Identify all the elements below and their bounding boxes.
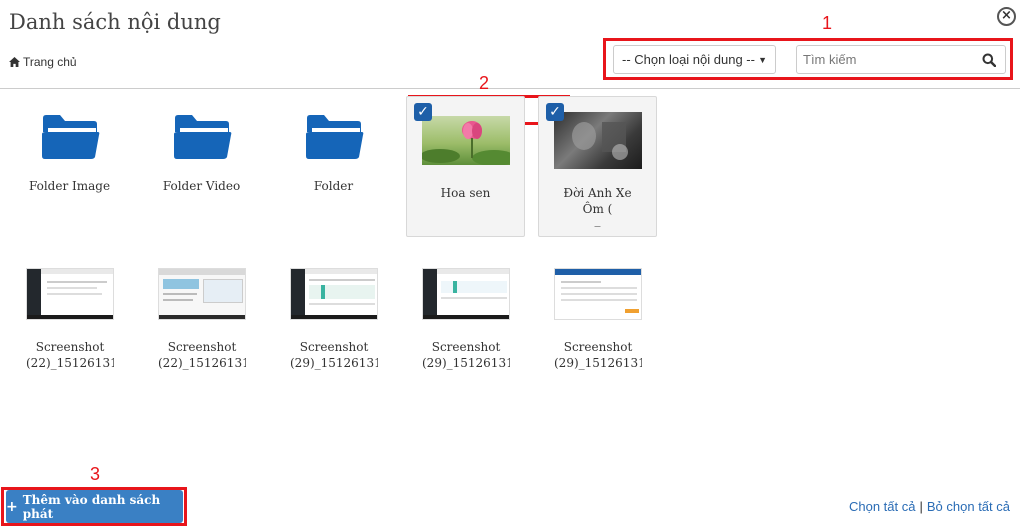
search-input[interactable] <box>797 52 972 67</box>
checkbox-checked[interactable]: ✓ <box>414 103 432 121</box>
screenshot-label: Screenshot (29)_151261311 <box>422 339 510 371</box>
screenshot-label: Screenshot (29)_15126131! <box>554 339 642 371</box>
screenshot-label-line: (29)_15126131! <box>554 356 642 370</box>
screenshot-thumbnail <box>289 268 378 320</box>
plus-icon: + <box>6 498 18 515</box>
annotation-number-2: 2 <box>479 73 490 93</box>
media-label-line: Đời Anh Xe <box>563 186 632 200</box>
screenshot-thumbnail <box>25 268 114 320</box>
search-icon[interactable] <box>982 53 996 67</box>
screenshot-label-line: (22)_15126131- <box>26 356 114 370</box>
checkbox-checked[interactable]: ✓ <box>546 103 564 121</box>
screenshot-item[interactable]: Screenshot (29)_151261311 <box>406 268 525 371</box>
folder-item[interactable]: Folder Image <box>10 112 129 194</box>
screenshot-label-line: Screenshot <box>431 340 501 354</box>
screenshot-label-line: Screenshot <box>167 340 237 354</box>
screenshot-label: Screenshot (29)_15126131! <box>290 339 378 371</box>
media-label-line: _ <box>594 213 601 227</box>
screenshot-item[interactable]: Screenshot (22)_15126131- <box>142 268 261 371</box>
header-divider <box>0 88 1020 89</box>
select-all-link[interactable]: Chọn tất cả <box>849 499 916 514</box>
caret-down-icon: ▼ <box>758 54 767 65</box>
screenshot-label-line: Screenshot <box>35 340 105 354</box>
screenshot-thumbnail <box>157 268 246 320</box>
media-label: Hoa sen <box>440 186 491 200</box>
folder-label: Folder Image <box>28 179 111 193</box>
screenshot-label-line: Screenshot <box>563 340 633 354</box>
search-box <box>796 45 1006 74</box>
screenshot-label-line: (29)_151261311 <box>422 356 510 370</box>
add-to-playlist-button[interactable]: + Thêm vào danh sách phát <box>6 490 183 523</box>
screenshot-label: Screenshot (22)_15126131- <box>158 339 246 371</box>
screenshot-item[interactable]: Screenshot (22)_15126131- <box>10 268 129 371</box>
folder-icon <box>305 115 363 159</box>
folder-label: Folder <box>313 179 354 193</box>
annotation-number-3: 3 <box>90 464 101 484</box>
media-label: Đời Anh Xe Ôm ( _ <box>539 185 656 227</box>
folder-item[interactable]: Folder <box>274 112 393 194</box>
folder-label: Folder Video <box>162 179 241 193</box>
breadcrumb: Trang chủ <box>9 55 77 69</box>
content-type-select-value: -- Chọn loại nội dung -- <box>622 52 755 67</box>
folder-icon <box>41 115 99 159</box>
lotus-thumbnail <box>422 116 510 165</box>
screenshot-label-line: (22)_15126131- <box>158 356 246 370</box>
video-thumbnail <box>554 112 642 169</box>
content-type-select[interactable]: -- Chọn loại nội dung -- ▼ <box>613 45 776 74</box>
lotus-image <box>422 121 510 165</box>
media-item[interactable]: ✓ Hoa sen <box>406 96 525 237</box>
selection-links: Chọn tất cả | Bỏ chọn tất cả <box>849 499 1010 514</box>
screenshot-thumbnail <box>421 268 510 320</box>
link-separator: | <box>919 499 923 514</box>
add-to-playlist-label: Thêm vào danh sách phát <box>22 492 161 521</box>
folder-item[interactable]: Folder Video <box>142 112 261 194</box>
video-image <box>572 122 628 160</box>
page-title: Danh sách nội dung <box>9 10 221 34</box>
screenshot-item[interactable]: Screenshot (29)_15126131! <box>274 268 393 371</box>
screenshot-label-line: (29)_15126131! <box>290 356 378 370</box>
screenshot-label-line: Screenshot <box>299 340 369 354</box>
home-icon <box>9 57 20 67</box>
screenshot-item[interactable]: Screenshot (29)_15126131! <box>538 268 657 371</box>
folder-icon <box>173 115 231 159</box>
breadcrumb-home-link[interactable]: Trang chủ <box>23 55 77 69</box>
screenshot-label: Screenshot (22)_15126131- <box>26 339 114 371</box>
annotation-number-1: 1 <box>822 13 833 33</box>
deselect-all-link[interactable]: Bỏ chọn tất cả <box>927 499 1010 514</box>
media-item[interactable]: ✓ Đời Anh Xe Ôm ( _ <box>538 96 657 237</box>
screenshot-thumbnail <box>553 268 642 320</box>
close-button[interactable]: × <box>997 7 1016 26</box>
